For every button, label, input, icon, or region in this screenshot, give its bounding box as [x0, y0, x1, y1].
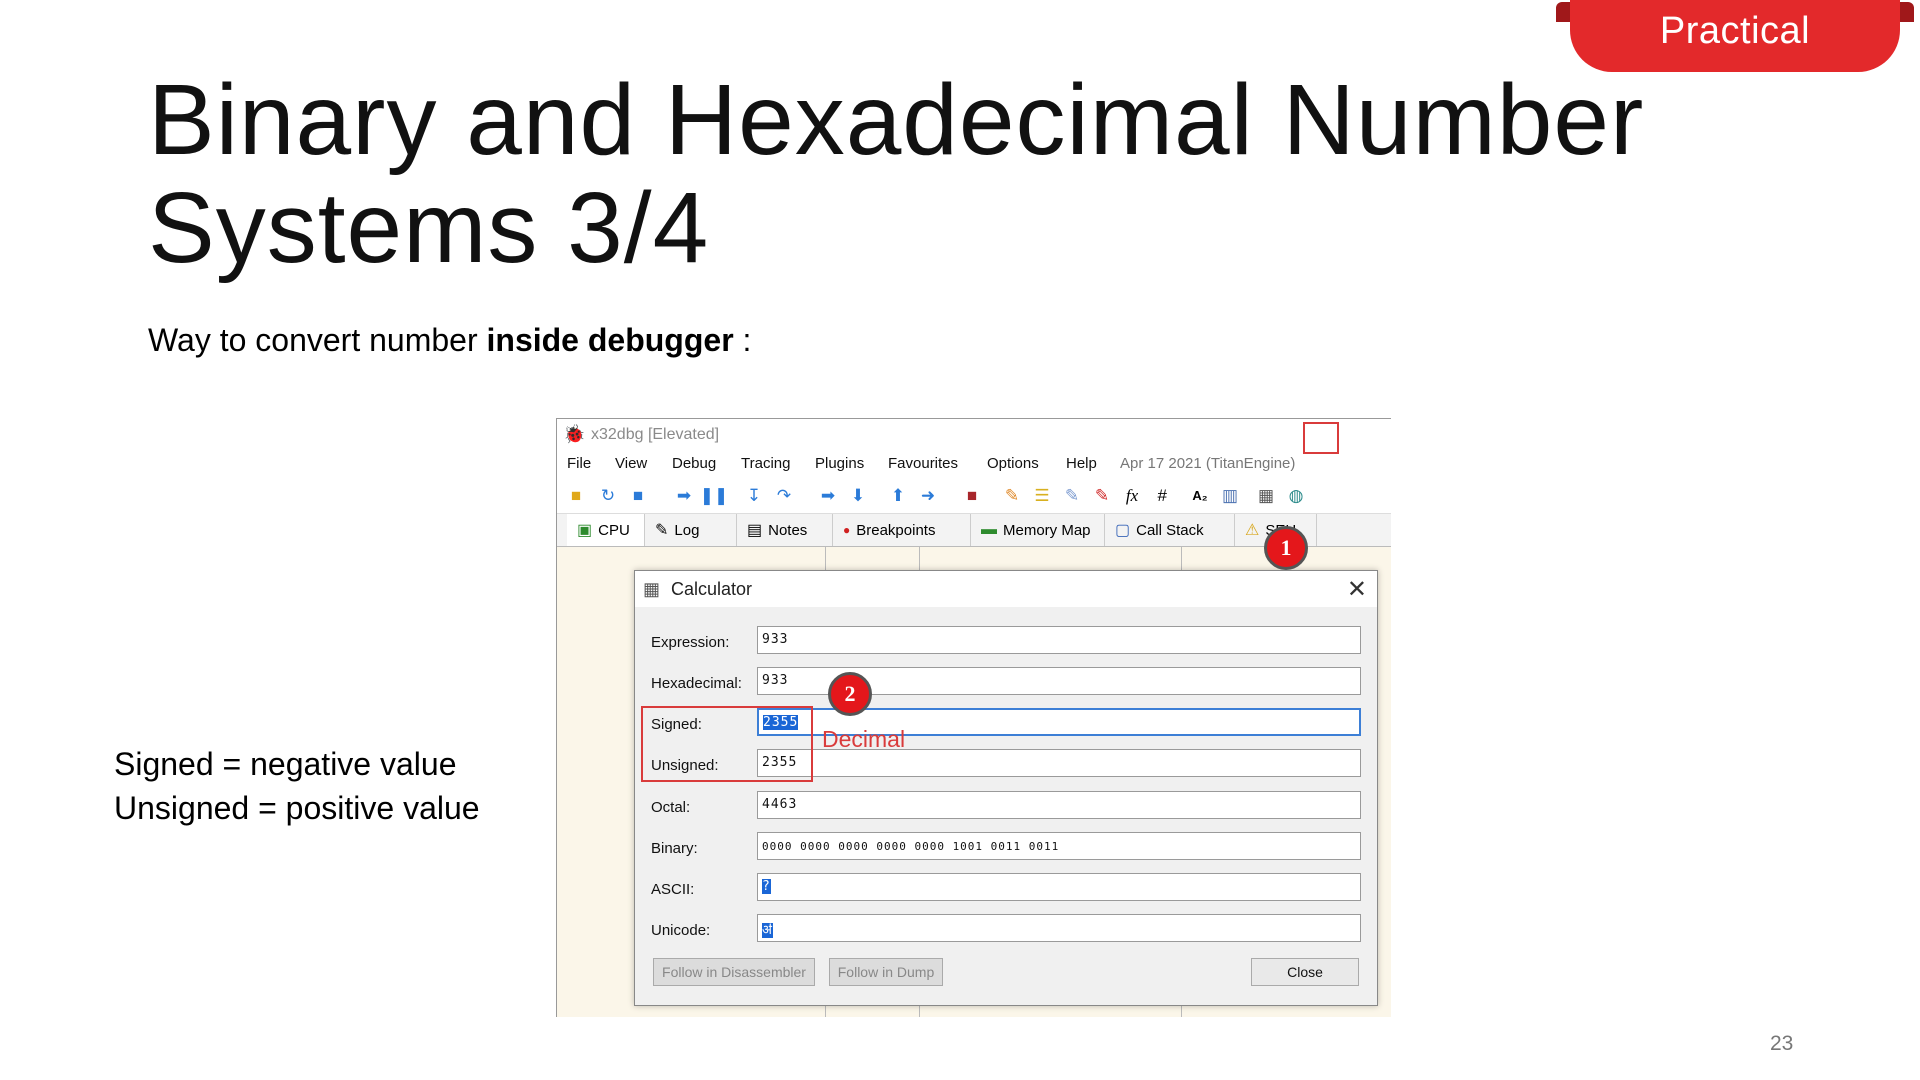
log-icon: ✎: [655, 522, 669, 539]
trace-over-icon[interactable]: ⬇: [847, 484, 869, 506]
menu-tracing[interactable]: Tracing: [741, 455, 790, 472]
ascii-label: ASCII:: [651, 881, 695, 898]
title-line-2: Systems 3/4: [148, 172, 710, 284]
patch-icon[interactable]: ✎: [1001, 484, 1023, 506]
close-icon[interactable]: ✕: [1347, 575, 1367, 604]
bug-icon: 🐞: [563, 424, 586, 444]
menu-file[interactable]: File: [567, 455, 591, 472]
menu-debug[interactable]: Debug: [672, 455, 716, 472]
calculator-toolbar-icon[interactable]: ▦: [1255, 484, 1277, 506]
cpu-icon: ▣: [577, 522, 593, 539]
tab-call-stack[interactable]: ▢ Call Stack: [1105, 514, 1235, 546]
octal-input[interactable]: 4463: [757, 791, 1361, 819]
build-info: Apr 17 2021 (TitanEngine): [1120, 455, 1296, 472]
expression-input[interactable]: 933: [757, 626, 1361, 654]
calculator-title: Calculator: [671, 579, 753, 599]
run-icon[interactable]: ➡: [673, 484, 695, 506]
calculator-icon: ▦: [643, 579, 661, 599]
subtitle-bold: inside debugger: [486, 322, 734, 358]
variables-icon[interactable]: #: [1151, 484, 1173, 506]
tab-call-stack-label: Call Stack: [1136, 521, 1204, 539]
comments-icon[interactable]: ☰: [1031, 484, 1053, 506]
note-unsigned: Unsigned = positive value: [114, 790, 480, 826]
subtitle-colon: :: [733, 322, 752, 358]
scylla-icon[interactable]: ■: [961, 484, 983, 506]
note-signed: Signed = negative value: [114, 746, 457, 782]
menu-help[interactable]: Help: [1066, 455, 1097, 472]
source-icon[interactable]: ▥: [1219, 484, 1241, 506]
pause-icon[interactable]: ❚❚: [700, 484, 729, 506]
page-number: 23: [1770, 1032, 1794, 1055]
follow-in-disassembler-button[interactable]: Follow in Disassembler: [653, 958, 815, 986]
seh-icon: ⚠: [1245, 522, 1260, 539]
menu-view[interactable]: View: [615, 455, 647, 472]
subtitle-text: Way to convert number: [148, 322, 487, 358]
window-titlebar: 🐞 x32dbg [Elevated]: [557, 419, 1391, 449]
tab-log[interactable]: ✎ Log: [645, 514, 737, 546]
functions-icon[interactable]: fx: [1121, 484, 1143, 506]
decimal-annotation: Decimal: [822, 726, 906, 752]
restart-icon[interactable]: ↻: [597, 484, 619, 506]
binary-input[interactable]: 0000 0000 0000 0000 0000 1001 0011 0011: [757, 832, 1361, 860]
calculator-header: ▦ Calculator ✕: [635, 571, 1377, 607]
hexadecimal-label: Hexadecimal:: [651, 675, 742, 692]
expression-label: Expression:: [651, 634, 730, 651]
execute-till-return-icon[interactable]: ⬆: [887, 484, 909, 506]
menu-options[interactable]: Options: [987, 455, 1039, 472]
octal-label: Octal:: [651, 799, 691, 816]
title-line-1: Binary and Hexadecimal Number: [148, 64, 1645, 176]
run-to-user-code-icon[interactable]: ➜: [917, 484, 939, 506]
unicode-input[interactable]: ॳ: [757, 914, 1361, 942]
calculator-button-highlight: [1303, 422, 1339, 454]
signed-unsigned-note: Signed = negative value Unsigned = posit…: [114, 742, 480, 830]
unsigned-input[interactable]: 2355: [757, 749, 1361, 777]
menu-favourites[interactable]: Favourites: [888, 455, 958, 472]
tab-notes-label: Notes: [768, 521, 808, 539]
tab-log-label: Log: [674, 521, 700, 539]
stop-icon[interactable]: ■: [627, 484, 649, 506]
labels-icon[interactable]: ✎: [1061, 484, 1083, 506]
open-icon[interactable]: ■: [565, 484, 587, 506]
tab-memory-map[interactable]: ▬ Memory Map: [971, 514, 1105, 546]
tab-breakpoints-label: Breakpoints: [856, 521, 936, 539]
practical-label: Practical: [1659, 10, 1811, 52]
ascii-value: ?: [762, 879, 771, 894]
step-over-icon[interactable]: ↷: [773, 484, 795, 506]
notes-icon: ▤: [747, 522, 763, 539]
menu-plugins[interactable]: Plugins: [815, 455, 864, 472]
step-into-icon[interactable]: ↧: [743, 484, 765, 506]
unicode-label: Unicode:: [651, 922, 711, 939]
tab-breakpoints[interactable]: ● Breakpoints: [833, 514, 971, 546]
step-1-badge: 1: [1264, 526, 1308, 570]
follow-in-dump-button[interactable]: Follow in Dump: [829, 958, 943, 986]
binary-label: Binary:: [651, 840, 698, 857]
unicode-value: ॳ: [762, 923, 773, 938]
trace-into-icon[interactable]: ➡: [817, 484, 839, 506]
step-2-badge: 2: [828, 672, 872, 716]
bookmarks-icon[interactable]: ✎: [1091, 484, 1113, 506]
practical-ribbon: Practical: [1556, 0, 1914, 74]
memory-icon: ▬: [981, 521, 997, 538]
call-stack-icon: ▢: [1115, 522, 1131, 539]
breakpoint-dot-icon: ●: [843, 523, 851, 537]
slide-subtitle: Way to convert number inside debugger :: [148, 322, 751, 359]
globe-icon[interactable]: ◍: [1285, 484, 1307, 506]
close-button[interactable]: Close: [1251, 958, 1359, 986]
window-title: x32dbg [Elevated]: [591, 426, 720, 443]
tab-notes[interactable]: ▤ Notes: [737, 514, 833, 546]
tab-cpu-label: CPU: [598, 521, 630, 539]
menu-bar: File View Debug Tracing Plugins Favourit…: [557, 449, 1391, 477]
calculator-dialog: ▦ Calculator ✕ Expression: 933 Hexadecim…: [634, 570, 1378, 1006]
slide-title: Binary and Hexadecimal Number Systems 3/…: [148, 66, 1648, 282]
tab-cpu[interactable]: ▣ CPU: [567, 514, 645, 546]
tab-memory-map-label: Memory Map: [1003, 521, 1091, 539]
signed-unsigned-highlight: [641, 706, 813, 782]
strings-icon[interactable]: A₂: [1189, 484, 1211, 506]
ascii-input[interactable]: ?: [757, 873, 1361, 901]
toolbar: ■ ↻ ■ ➡ ❚❚ ↧ ↷ ➡ ⬇ ⬆ ➜ ■ ✎ ☰ ✎ ✎ fx # A₂…: [557, 477, 1391, 514]
